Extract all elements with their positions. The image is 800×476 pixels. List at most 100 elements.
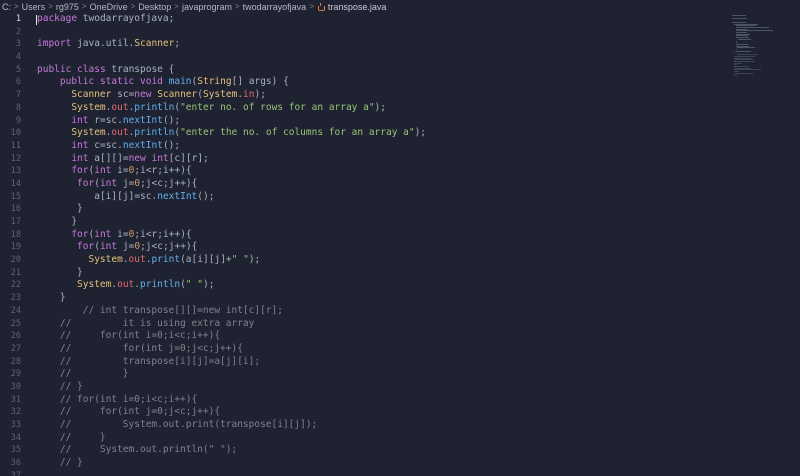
line-number[interactable]: 21 [0,267,21,280]
code-line[interactable]: 17 } [0,216,728,229]
editor-area[interactable]: 1 package twodarrayofjava; 2 3 import java.u… [0,13,728,476]
line-code[interactable]: a[i][j]=sc.nextInt(); [37,191,214,204]
line-number[interactable]: 10 [0,127,21,140]
code-line[interactable]: 36 // } [0,457,728,470]
line-code[interactable]: System.out.println(" "); [37,279,214,292]
line-number[interactable]: 13 [0,165,21,178]
line-code[interactable]: package twodarrayofjava; [37,13,174,26]
code-line[interactable]: 11 int c=sc.nextInt(); [0,140,728,153]
line-code[interactable]: System.out.println("enter the no. of col… [37,127,426,140]
breadcrumb-file[interactable]: transpose.java [317,2,386,12]
line-number[interactable]: 31 [0,394,21,407]
code-line[interactable]: 3 import java.util.Scanner; [0,38,728,51]
code-line[interactable]: 27 // for(int j=0;j<c;j++){ [0,343,728,356]
line-number[interactable]: 17 [0,216,21,229]
line-code[interactable]: System.out.println("enter no. of rows fo… [37,102,386,115]
code-line[interactable]: 20 System.out.print(a[i][j]+" "); [0,254,728,267]
line-code[interactable]: // transpose[i][j]=a[j][i]; [37,356,260,369]
line-number[interactable]: 28 [0,356,21,369]
breadcrumb-item[interactable]: Users > [22,2,56,12]
code-line[interactable]: 30 // } [0,381,728,394]
line-code[interactable]: public static void main(String[] args) { [37,76,289,89]
code-line[interactable]: 4 [0,51,728,64]
line-number[interactable]: 19 [0,241,21,254]
code-line[interactable]: 5 public class transpose { [0,64,728,77]
code-line[interactable]: 1 package twodarrayofjava; [0,13,728,26]
line-number[interactable]: 23 [0,292,21,305]
code-line[interactable]: 13 for(int i=0;i<r;i++){ [0,165,728,178]
line-number[interactable]: 1 [0,13,21,26]
code-line[interactable]: 21 } [0,267,728,280]
code-line[interactable]: 8 System.out.println("enter no. of rows … [0,102,728,115]
code-line[interactable]: 15 a[i][j]=sc.nextInt(); [0,191,728,204]
line-code[interactable]: // } [37,368,129,381]
line-code[interactable]: // System.out.print(transpose[i][j]); [37,419,317,432]
line-code[interactable]: // } [37,457,83,470]
line-code[interactable]: int c=sc.nextInt(); [37,140,180,153]
line-number[interactable]: 16 [0,203,21,216]
code-line[interactable]: 37 [0,470,728,476]
line-code[interactable]: // System.out.println(" "); [37,444,237,457]
line-code[interactable]: // for(int i=0;i<c;i++){ [37,330,220,343]
line-code[interactable]: for(int j=0;j<c;j++){ [37,241,197,254]
line-code[interactable]: } [37,203,83,216]
line-code[interactable]: for(int i=0;i<r;i++){ [37,165,191,178]
breadcrumb-item[interactable]: Desktop > [138,2,182,12]
breadcrumb-item[interactable]: C: > [2,2,22,12]
code-line[interactable]: 22 System.out.println(" "); [0,279,728,292]
line-code[interactable]: } [37,267,83,280]
line-code[interactable]: // for(int i=0;i<c;i++){ [37,394,197,407]
line-code[interactable]: // int transpose[][]=new int[c][r]; [37,305,283,318]
line-code[interactable]: public class transpose { [37,64,174,77]
code-line[interactable]: 16 } [0,203,728,216]
line-code[interactable]: // it is using extra array [37,318,254,331]
line-code[interactable]: System.out.print(a[i][j]+" "); [37,254,260,267]
line-code[interactable]: } [37,216,77,229]
line-number[interactable]: 2 [0,26,21,39]
line-number[interactable]: 36 [0,457,21,470]
line-code[interactable]: // } [37,381,83,394]
code-line[interactable]: 6 public static void main(String[] args)… [0,76,728,89]
line-code[interactable]: // for(int j=0;j<c;j++){ [37,406,220,419]
line-code[interactable]: } [37,292,66,305]
line-number[interactable]: 5 [0,64,21,77]
code-line[interactable]: 23 } [0,292,728,305]
line-code[interactable]: int a[][]=new int[c][r]; [37,153,208,166]
code-line[interactable]: 7 Scanner sc=new Scanner(System.in); [0,89,728,102]
line-number[interactable]: 3 [0,38,21,51]
code-line[interactable]: 35 // System.out.println(" "); [0,444,728,457]
line-number[interactable]: 25 [0,318,21,331]
vertical-scrollbar[interactable] [790,13,800,476]
breadcrumb-item[interactable]: javaprogram > [182,2,243,12]
minimap[interactable] [728,13,788,83]
line-code[interactable]: Scanner sc=new Scanner(System.in); [37,89,266,102]
code-line[interactable]: 9 int r=sc.nextInt(); [0,115,728,128]
code-line[interactable]: 28 // transpose[i][j]=a[j][i]; [0,356,728,369]
line-code[interactable]: import java.util.Scanner; [37,38,180,51]
line-number[interactable]: 29 [0,368,21,381]
line-number[interactable]: 9 [0,115,21,128]
code-line[interactable]: 14 for(int j=0;j<c;j++){ [0,178,728,191]
code-line[interactable]: 19 for(int j=0;j<c;j++){ [0,241,728,254]
line-number[interactable]: 20 [0,254,21,267]
code-line[interactable]: 24 // int transpose[][]=new int[c][r]; [0,305,728,318]
line-number[interactable]: 4 [0,51,21,64]
code-line[interactable]: 18 for(int i=0;i<r;i++){ [0,229,728,242]
code-line[interactable]: 2 [0,26,728,39]
line-number[interactable]: 30 [0,381,21,394]
code-line[interactable]: 31 // for(int i=0;i<c;i++){ [0,394,728,407]
code-line[interactable]: 26 // for(int i=0;i<c;i++){ [0,330,728,343]
code-line[interactable]: 10 System.out.println("enter the no. of … [0,127,728,140]
breadcrumb-item[interactable]: OneDrive > [90,2,139,12]
line-number[interactable]: 7 [0,89,21,102]
line-number[interactable]: 15 [0,191,21,204]
line-code[interactable]: int r=sc.nextInt(); [37,115,180,128]
code-line[interactable]: 25 // it is using extra array [0,318,728,331]
breadcrumb-item[interactable]: twodarrayofjava > [243,2,317,12]
line-code[interactable]: // for(int j=0;j<c;j++){ [37,343,243,356]
line-number[interactable]: 34 [0,432,21,445]
code-line[interactable]: 33 // System.out.print(transpose[i][j]); [0,419,728,432]
line-number[interactable]: 22 [0,279,21,292]
code-line[interactable]: 34 // } [0,432,728,445]
code-line[interactable]: 12 int a[][]=new int[c][r]; [0,153,728,166]
